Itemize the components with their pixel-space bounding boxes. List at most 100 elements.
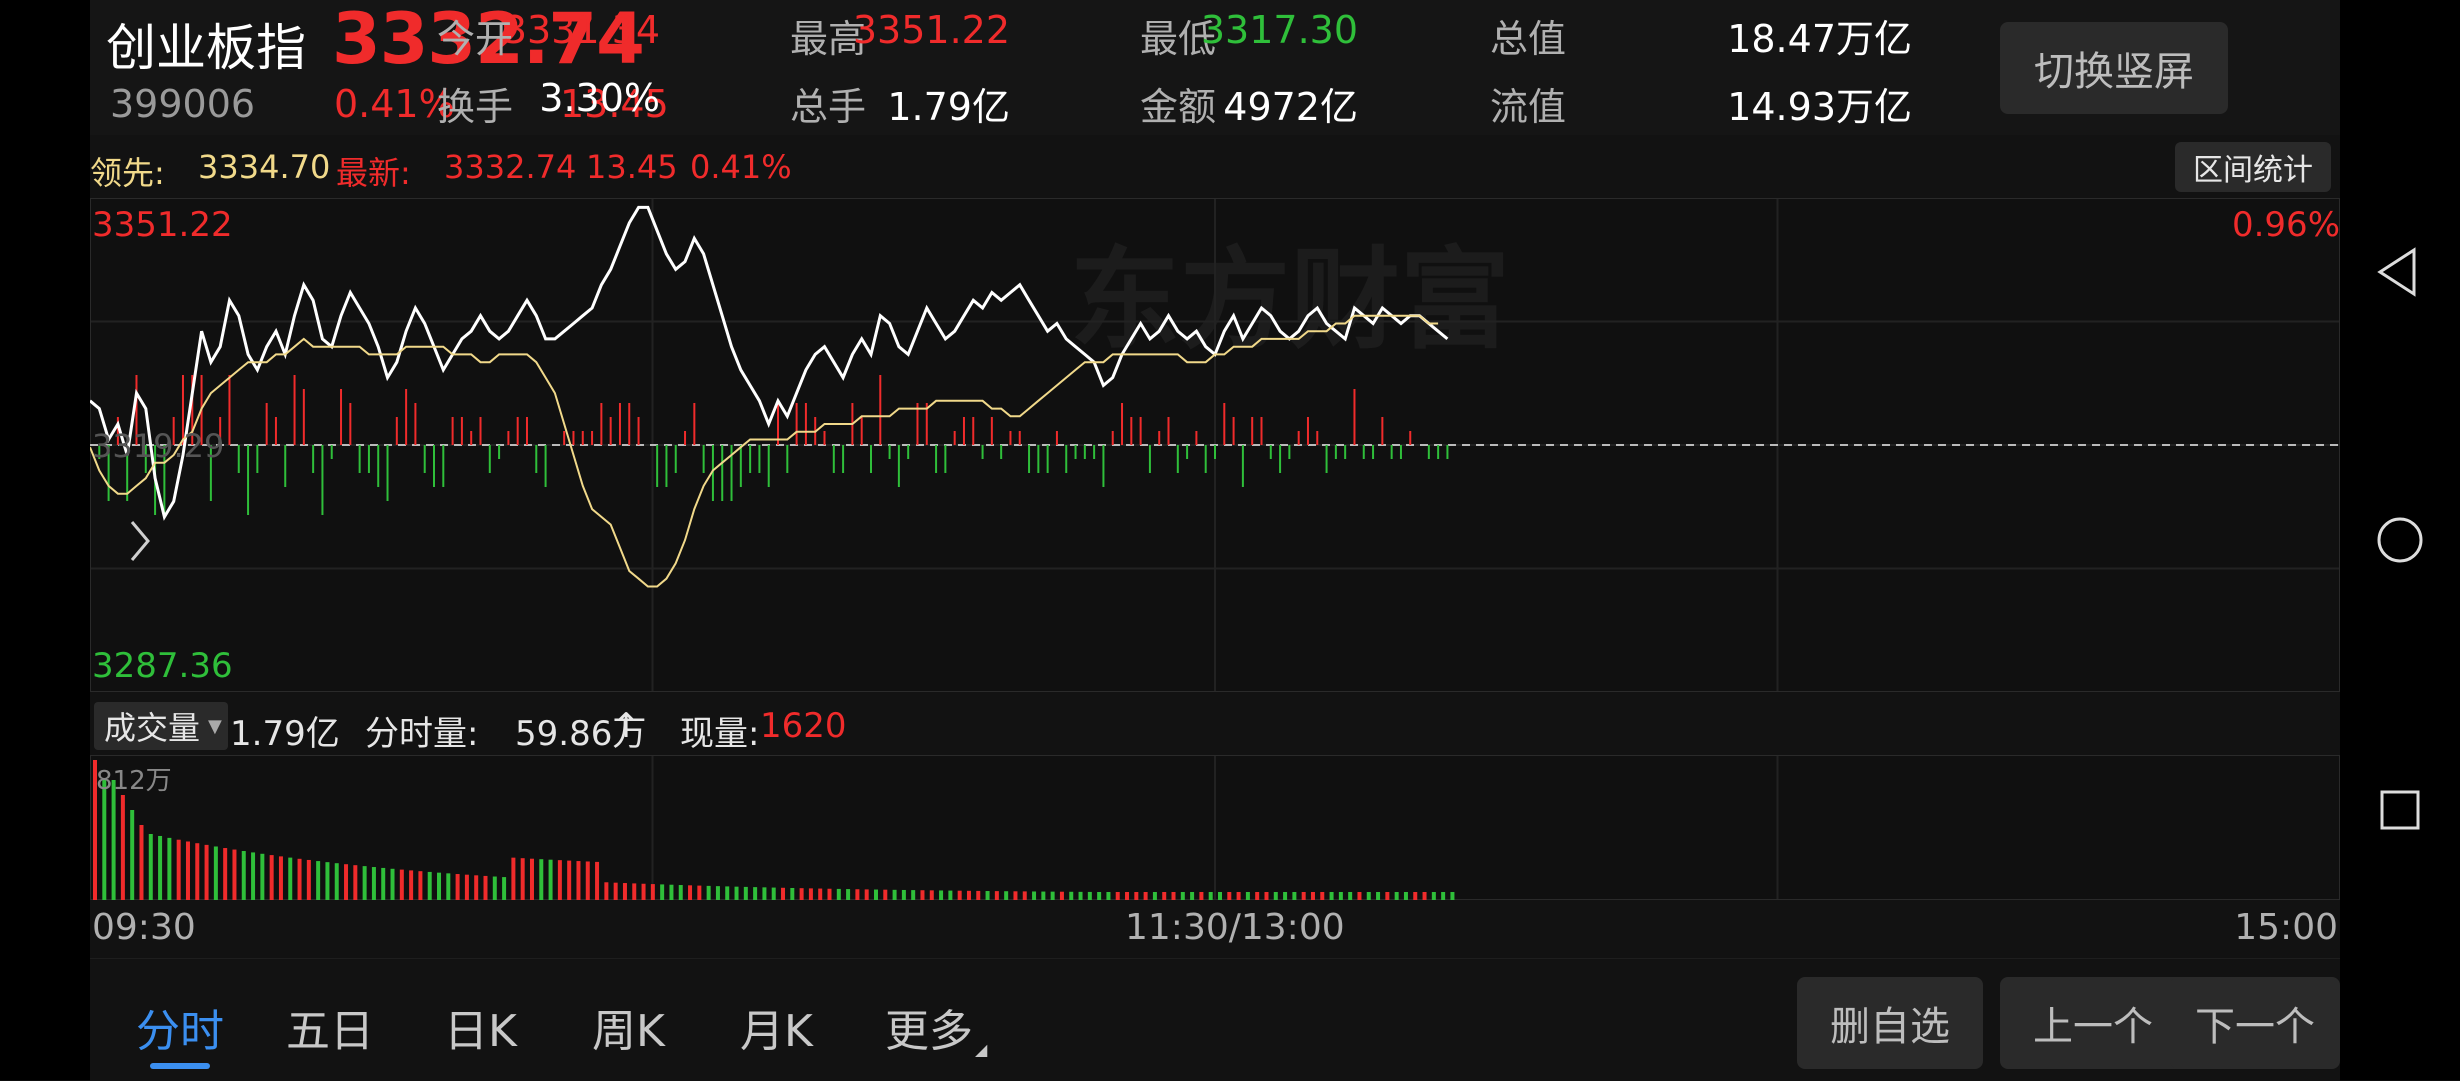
volume-bar (613, 882, 618, 900)
volume-bar (1143, 892, 1148, 900)
volume-bar (836, 888, 841, 900)
volume-bar (520, 858, 525, 900)
volume-bar (669, 884, 674, 900)
volume-bar (455, 874, 460, 900)
volume-bar (725, 886, 730, 900)
latest-change: 13.45 (586, 148, 678, 186)
tab-five-day[interactable]: 五日 (286, 995, 374, 1059)
bottom-tab-bar: 分时 五日 日K 周K 月K 更多 ◢ 删自选 上一个 下一个 (90, 958, 2340, 1081)
time-axis-start: 09:30 (92, 907, 196, 948)
volume-bar (855, 889, 860, 900)
watermark-text: 东方财富 (1070, 236, 1510, 364)
latest-percent: 0.41% (690, 148, 792, 186)
volume-bar (808, 888, 813, 900)
tab-daily-k[interactable]: 日K (444, 995, 517, 1059)
volume-bar (567, 860, 572, 900)
volume-bar (1385, 892, 1390, 900)
volume-bar (437, 872, 442, 900)
volume-bar (1283, 892, 1288, 900)
stat-value-turnover: 3.30% (539, 76, 660, 120)
back-icon[interactable] (2370, 244, 2430, 300)
volume-bar (781, 887, 786, 900)
volume-bar (195, 843, 200, 900)
volume-bar (529, 858, 534, 900)
volume-bar (1348, 892, 1353, 900)
volume-bar (1078, 891, 1083, 900)
volume-bar (1041, 891, 1046, 900)
volume-bar (1422, 892, 1427, 900)
latest-label: 最新: (336, 154, 411, 192)
volume-bar (381, 867, 386, 900)
volume-bar (715, 886, 720, 900)
volume-bar (1301, 892, 1306, 900)
volume-bar (1376, 892, 1381, 900)
volume-bar (1059, 891, 1064, 900)
tab-more[interactable]: 更多 ◢ (885, 995, 987, 1059)
volume-bar (818, 888, 823, 900)
volume-bar (223, 848, 228, 900)
range-stats-button[interactable]: 区间统计 (2175, 142, 2331, 192)
volume-bar (269, 855, 274, 900)
stat-label-float-value: 流值 (1490, 85, 1567, 129)
volume-bar (1087, 891, 1092, 900)
volume-bar (260, 853, 265, 900)
intraday-price-chart[interactable]: 东方财富 (90, 198, 2340, 692)
volume-bar (241, 851, 246, 900)
volume-bar (297, 858, 302, 900)
volume-bar (325, 862, 330, 900)
volume-bar (1152, 892, 1157, 900)
volume-bar (1106, 892, 1111, 900)
tab-monthly-k[interactable]: 月K (740, 995, 813, 1059)
home-icon[interactable] (2370, 512, 2430, 568)
previous-button[interactable]: 上一个 (2000, 977, 2186, 1069)
volume-bar (1338, 892, 1343, 900)
indicator-select[interactable]: 成交量 ▼ (94, 702, 228, 750)
volume-bar (929, 890, 934, 900)
y-axis-high: 3351.22 (92, 205, 233, 245)
volume-bar (864, 889, 869, 900)
corner-caret-icon: ◢ (975, 1040, 988, 1059)
volume-bar (1115, 892, 1120, 900)
volume-bar (120, 795, 125, 900)
latest-value: 3332.74 (444, 148, 577, 186)
next-button[interactable]: 下一个 (2170, 977, 2340, 1069)
y-axis-low: 3287.36 (92, 646, 233, 686)
stat-value-float-value: 14.93万亿 (1727, 85, 1912, 129)
volume-bar (492, 876, 497, 900)
volume-bar (418, 871, 423, 900)
volume-bar (920, 890, 925, 900)
volume-bar (939, 890, 944, 900)
tab-intraday[interactable]: 分时 (136, 995, 224, 1059)
volume-bar (901, 889, 906, 900)
volume-bar (213, 846, 218, 900)
volume-bar (604, 882, 609, 900)
volume-bar (892, 889, 897, 900)
volume-bar-chart[interactable] (90, 755, 2340, 900)
stat-value-low: 3317.30 (1200, 8, 1358, 52)
volume-bar (846, 889, 851, 900)
volume-bar (1450, 892, 1455, 900)
volume-bar (1227, 892, 1232, 900)
system-nav-bar (2340, 0, 2460, 1080)
volume-bar (994, 891, 999, 900)
stat-label-total-value: 总值 (1490, 17, 1567, 61)
tab-weekly-k[interactable]: 周K (592, 995, 665, 1059)
remove-watchlist-button[interactable]: 删自选 (1797, 977, 1983, 1069)
volume-bar (762, 887, 767, 900)
volume-bar (1171, 892, 1176, 900)
indicator-select-label: 成交量 (104, 709, 201, 747)
expand-chevron-icon[interactable] (126, 516, 156, 566)
volume-bar (1431, 892, 1436, 900)
volume-bar (1190, 892, 1195, 900)
minute-volume-arrow-icon: ↑ (612, 706, 641, 746)
minute-volume-label: 分时量: (365, 714, 479, 754)
current-volume-value: 1620 (760, 706, 847, 746)
switch-portrait-button[interactable]: 切换竖屏 (2000, 22, 2228, 114)
recents-icon[interactable] (2370, 782, 2430, 838)
volume-bar (130, 810, 135, 900)
volume-bar (185, 841, 190, 900)
volume-bar (1357, 892, 1362, 900)
volume-bar (873, 889, 878, 900)
volume-bar (585, 861, 590, 900)
volume-bar (1255, 892, 1260, 900)
